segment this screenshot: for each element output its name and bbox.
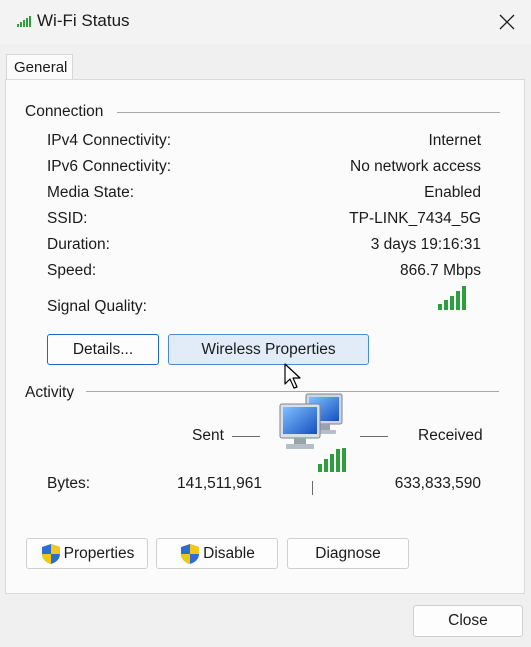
window-title: Wi-Fi Status: [37, 11, 130, 30]
received-bytes-value: 633,833,590: [394, 475, 481, 492]
wireless-properties-button[interactable]: Wireless Properties: [168, 334, 369, 365]
sent-bytes-value: 141,511,961: [177, 475, 263, 492]
title-bar: Wi-Fi Status: [0, 0, 531, 44]
sent-line: [232, 436, 260, 437]
bytes-label: Bytes:: [47, 475, 91, 492]
uac-shield-icon: [181, 543, 200, 564]
duration-label: Duration:: [47, 236, 110, 253]
speed-value: 866.7 Mbps: [400, 262, 481, 279]
details-button-label: Details...: [72, 340, 134, 358]
ipv6-label: IPv6 Connectivity:: [47, 158, 172, 175]
wireless-properties-label: Wireless Properties: [201, 340, 336, 358]
media-state-value: Enabled: [424, 184, 481, 201]
connection-divider: [117, 112, 500, 113]
duration-value: 3 days 19:16:31: [370, 236, 481, 253]
activity-heading: Activity: [25, 384, 75, 401]
ipv4-label: IPv4 Connectivity:: [47, 132, 172, 149]
close-window-button[interactable]: [490, 7, 524, 37]
disable-button-label: Disable: [203, 544, 255, 562]
ipv4-value: Internet: [428, 132, 481, 149]
tab-general-label: General: [14, 59, 68, 76]
network-computers-icon: [279, 393, 346, 472]
properties-button-label: Properties: [63, 544, 135, 562]
uac-shield-icon: [41, 543, 60, 564]
ssid-value: TP-LINK_7434_5G: [349, 210, 481, 227]
details-button[interactable]: Details...: [47, 334, 159, 365]
signal-strength-icon: [438, 286, 466, 310]
wifi-signal-icon: [17, 16, 31, 27]
close-button-label: Close: [448, 612, 488, 629]
sent-label: Sent: [192, 427, 224, 444]
close-icon: [499, 14, 515, 30]
ipv6-value: No network access: [350, 158, 481, 175]
signal-quality-label: Signal Quality:: [47, 298, 147, 315]
tab-general[interactable]: General: [6, 54, 73, 80]
connection-heading: Connection: [25, 103, 104, 120]
bytes-separator: [312, 481, 313, 495]
received-line: [360, 436, 388, 437]
speed-label: Speed:: [47, 262, 97, 279]
media-state-label: Media State:: [47, 184, 135, 201]
received-label: Received: [418, 427, 483, 444]
properties-button[interactable]: Properties: [26, 538, 148, 569]
disable-button[interactable]: Disable: [156, 538, 278, 569]
ssid-label: SSID:: [47, 210, 88, 227]
diagnose-button-label: Diagnose: [315, 544, 381, 562]
diagnose-button[interactable]: Diagnose: [287, 538, 409, 569]
close-button[interactable]: Close: [413, 605, 523, 637]
